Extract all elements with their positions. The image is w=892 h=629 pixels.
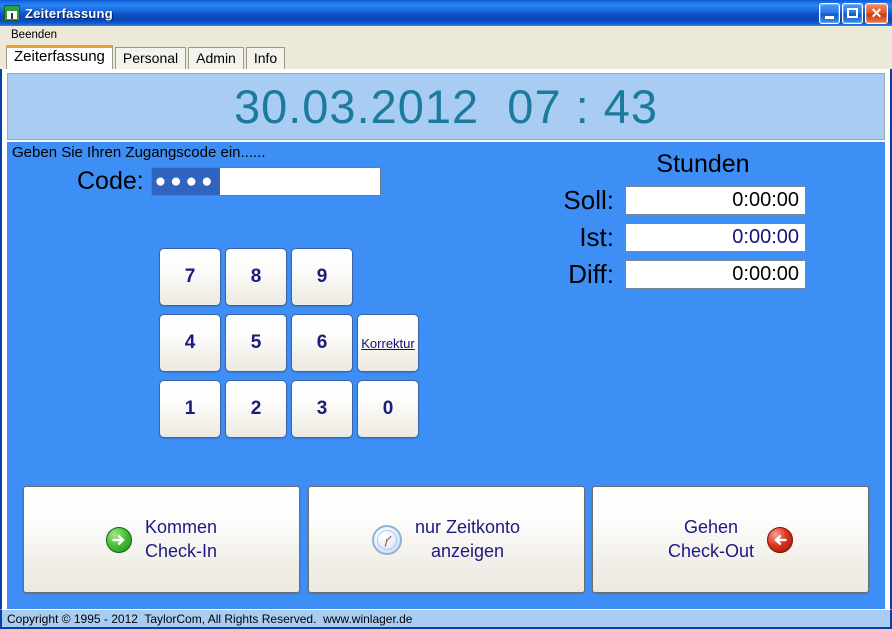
check-in-label: Kommen Check-In — [144, 517, 218, 561]
action-button-row: Kommen Check-In nur Zeitkonto anzeigen G… — [23, 486, 869, 593]
keypad-key-9[interactable]: 9 — [291, 248, 353, 306]
stunden-panel: Stunden Soll: 0:00:00 Ist: 0:00:00 Diff:… — [527, 150, 817, 296]
keypad-key-korrektur[interactable]: Korrektur — [357, 314, 419, 372]
stunden-row-ist: Ist: 0:00:00 — [527, 222, 817, 253]
keypad-key-8[interactable]: 8 — [225, 248, 287, 306]
tab-admin[interactable]: Admin — [188, 47, 244, 69]
tab-info[interactable]: Info — [245, 47, 286, 69]
maximize-button[interactable] — [842, 2, 863, 24]
copyright-text: Copyright © 1995 - 2012 TaylorCom, All R… — [7, 611, 413, 626]
stunden-row-diff: Diff: 0:00:00 — [527, 259, 817, 290]
show-timeaccount-label: nur Zeitkonto anzeigen — [414, 517, 521, 561]
stunden-title: Stunden — [656, 150, 750, 178]
client-area: 30.03.2012 07 : 43 Geben Sie Ihren Zugan… — [0, 69, 892, 609]
calendar-icon — [4, 5, 20, 21]
clock-panel: 30.03.2012 07 : 43 — [7, 73, 885, 140]
menu-item-beenden[interactable]: Beenden — [6, 28, 62, 42]
check-out-label: Gehen Check-Out — [667, 517, 755, 561]
numeric-keypad: 7 8 9 4 5 6 Korrektur 1 2 3 0 — [159, 248, 423, 442]
tab-personal[interactable]: Personal — [114, 47, 187, 69]
show-timeaccount-button[interactable]: nur Zeitkonto anzeigen — [307, 486, 585, 593]
code-selection-highlight: ●●●● — [151, 168, 220, 195]
check-out-button[interactable]: Gehen Check-Out — [592, 486, 869, 593]
diff-label: Diff: — [568, 259, 614, 289]
keypad-key-0[interactable]: 0 — [357, 380, 419, 438]
stunden-row-soll: Soll: 0:00:00 — [527, 185, 817, 216]
code-input[interactable]: ●●●● — [150, 167, 381, 196]
status-bar: Copyright © 1995 - 2012 TaylorCom, All R… — [0, 609, 892, 629]
clock-icon — [371, 524, 402, 555]
code-entry-row: Code: ●●●● — [77, 167, 381, 196]
title-bar: Zeiterfassung ✕ — [0, 0, 892, 26]
access-code-hint: Geben Sie Ihren Zugangscode ein...... — [12, 144, 266, 161]
window-controls: ✕ — [819, 2, 890, 24]
check-in-button[interactable]: Kommen Check-In — [23, 486, 300, 593]
datetime-display: 30.03.2012 07 : 43 — [233, 80, 659, 133]
ist-label: Ist: — [579, 222, 614, 252]
keypad-key-1[interactable]: 1 — [159, 380, 221, 438]
arrow-right-circle-green-icon — [105, 526, 132, 553]
keypad-key-5[interactable]: 5 — [225, 314, 287, 372]
close-button[interactable]: ✕ — [865, 2, 888, 24]
arrow-left-circle-red-icon — [767, 526, 794, 553]
menu-bar: Beenden — [0, 26, 892, 45]
diff-value: 0:00:00 — [625, 260, 806, 289]
keypad-key-4[interactable]: 4 — [159, 314, 221, 372]
window-title: Zeiterfassung — [25, 5, 113, 21]
soll-value: 0:00:00 — [625, 186, 806, 215]
keypad-key-6[interactable]: 6 — [291, 314, 353, 372]
keypad-key-7[interactable]: 7 — [159, 248, 221, 306]
main-content-area: Geben Sie Ihren Zugangscode ein...... Co… — [7, 142, 885, 609]
close-icon: ✕ — [870, 4, 883, 21]
ist-value: 0:00:00 — [625, 223, 806, 252]
minimize-button[interactable] — [819, 2, 840, 24]
code-label: Code: — [77, 167, 144, 195]
soll-label: Soll: — [563, 185, 614, 215]
code-value: ●●●● — [154, 171, 217, 192]
application-window: Zeiterfassung ✕ Beenden Zeiterfassung Pe… — [0, 0, 892, 629]
tab-zeiterfassung[interactable]: Zeiterfassung — [6, 45, 113, 69]
keypad-key-3[interactable]: 3 — [291, 380, 353, 438]
keypad-key-2[interactable]: 2 — [225, 380, 287, 438]
tab-strip: Zeiterfassung Personal Admin Info — [0, 45, 892, 69]
